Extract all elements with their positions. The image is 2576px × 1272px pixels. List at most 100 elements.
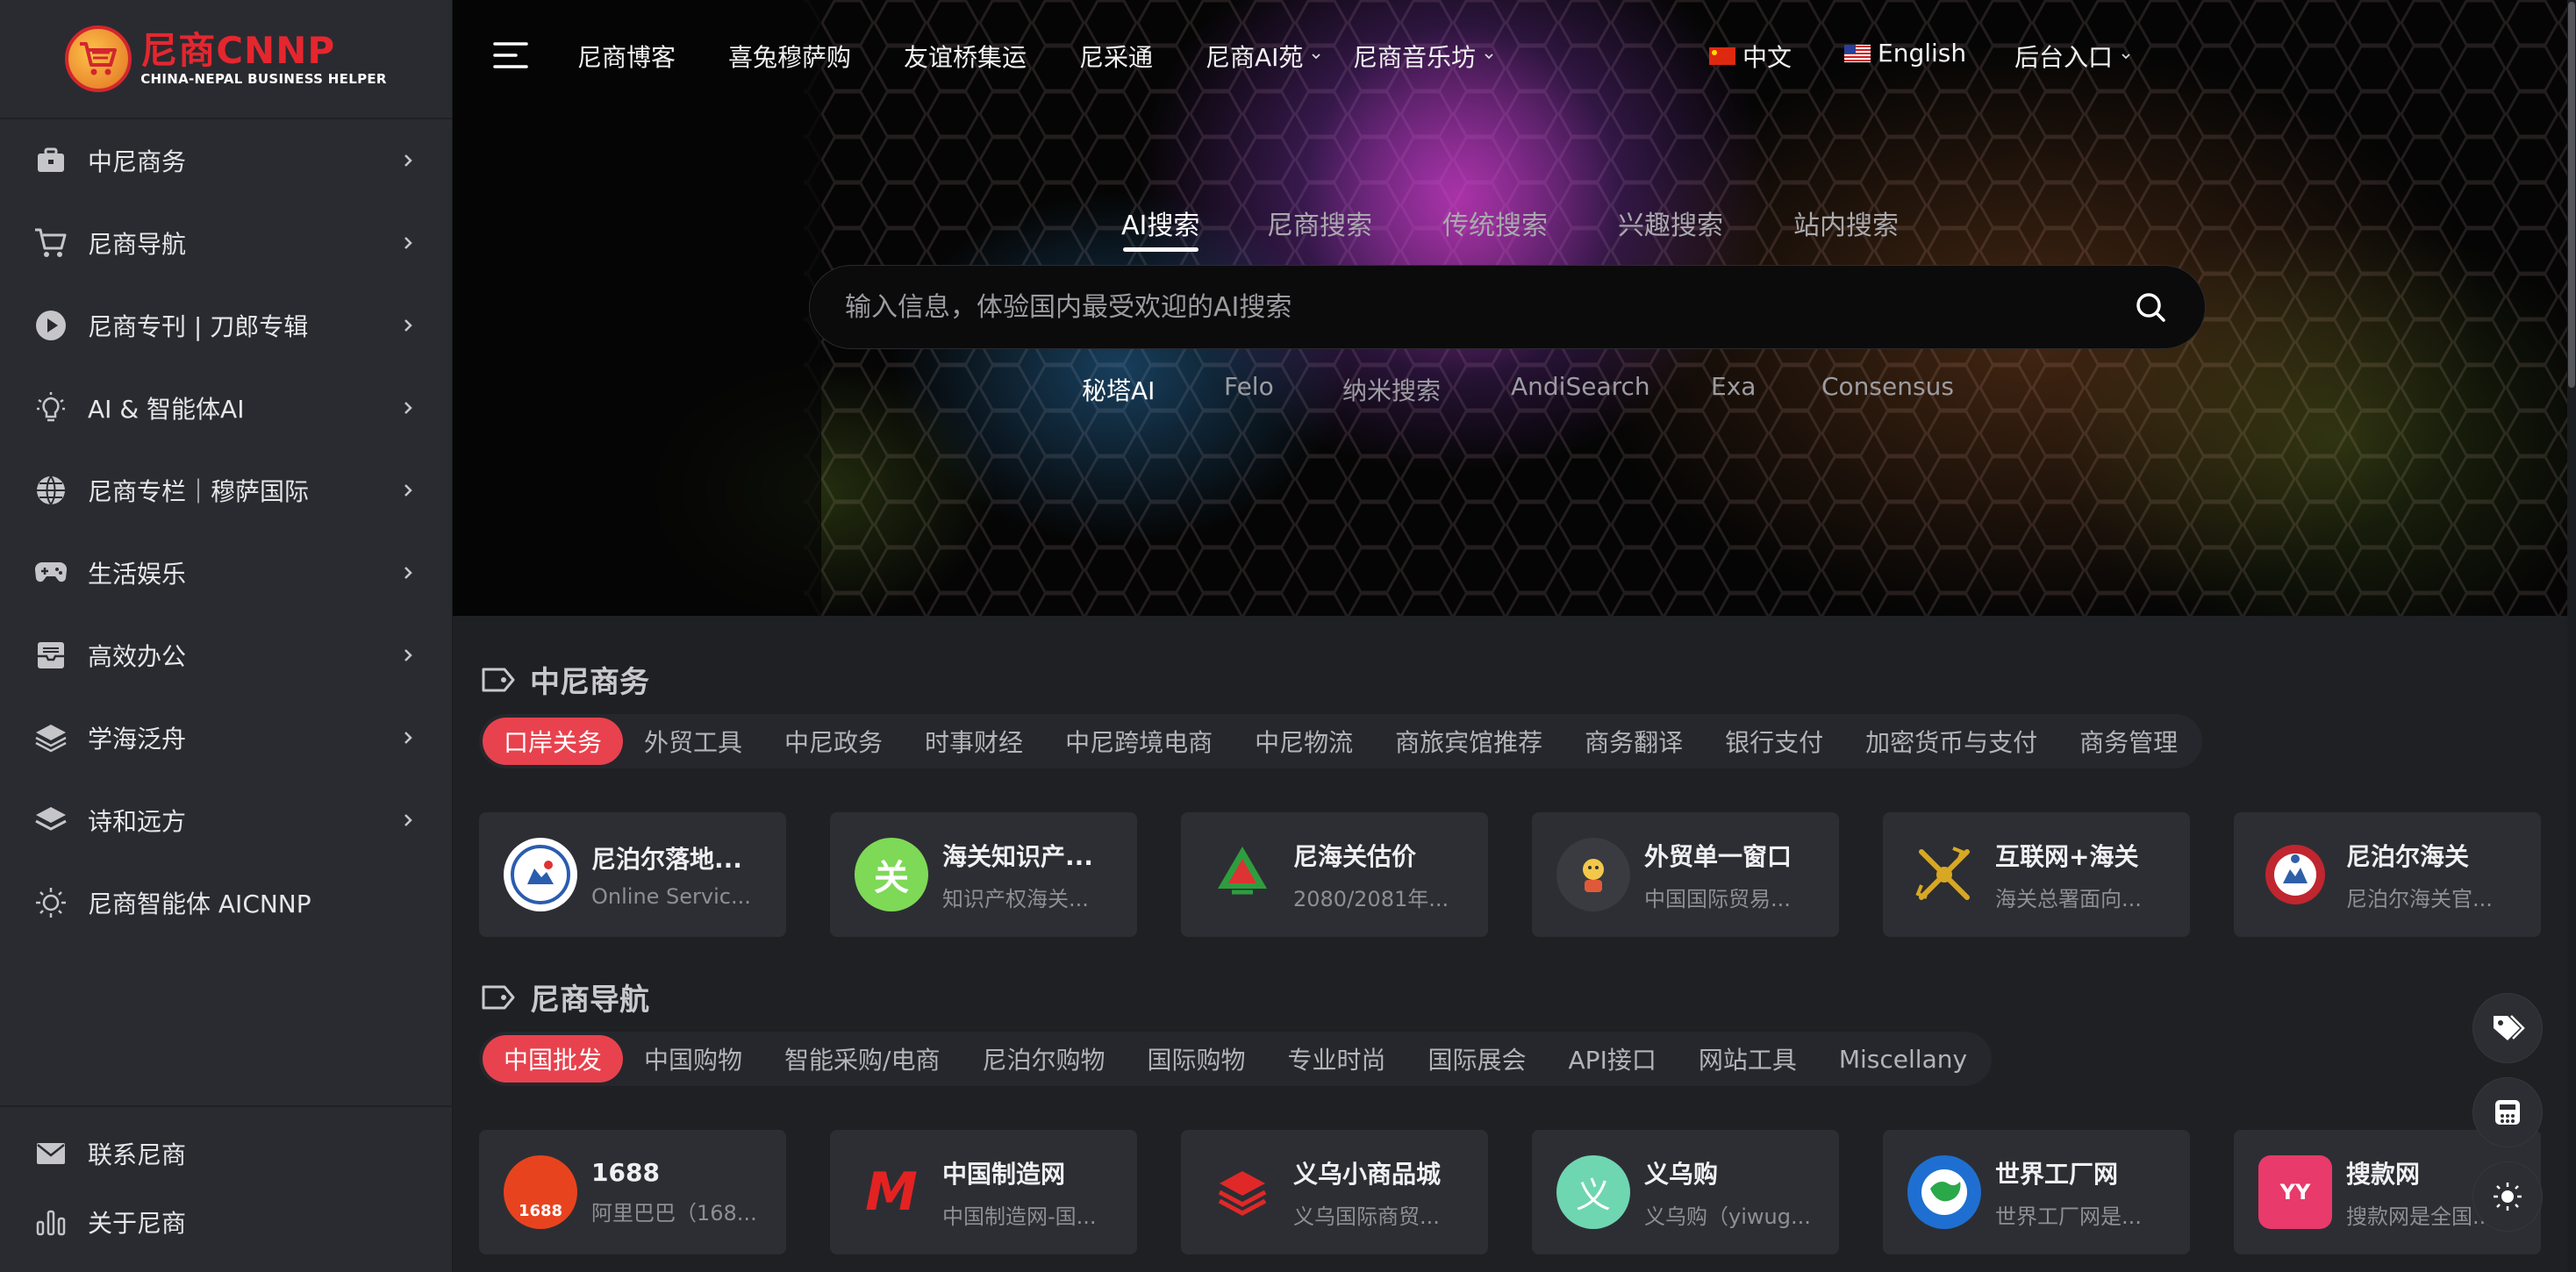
tab-china-shopping[interactable]: 中国购物 [623, 1035, 763, 1083]
sidebar-item-china-nepal-business[interactable]: 中尼商务 [0, 119, 452, 202]
tab-smart-sourcing[interactable]: 智能采购/电商 [763, 1035, 961, 1083]
made-in-china-icon: M [855, 1155, 928, 1229]
section-title-text: 尼商导航 [530, 983, 649, 1018]
theme-toggle-button[interactable] [2472, 1161, 2543, 1232]
engine-andisearch[interactable]: AndiSearch [1511, 372, 1650, 401]
card-description: 中国制造网-国... [942, 1204, 1097, 1229]
calculator-button[interactable] [2472, 1077, 2543, 1147]
sidebar-item-special-issue[interactable]: 尼商专刊 | 刀郎专辑 [0, 284, 452, 367]
admin-entrance[interactable]: 后台入口 [2014, 39, 2132, 74]
search-tab-interest[interactable]: 兴趣搜索 [1618, 204, 1723, 242]
tab-hotels[interactable]: 商旅宾馆推荐 [1374, 718, 1563, 765]
search-tab-site[interactable]: 站内搜索 [1793, 204, 1899, 242]
search-tab-nishang[interactable]: 尼商搜索 [1267, 204, 1372, 242]
tab-business-management[interactable]: 商务管理 [2058, 718, 2199, 765]
logo[interactable]: 尼商CNNP CHINA-NEPAL BUSINESS HELPER [0, 0, 452, 119]
site-card[interactable]: 互联网+海关 海关总署面向... [1883, 812, 2190, 937]
tab-port-customs[interactable]: 口岸关务 [483, 718, 624, 765]
tab-trade-tools[interactable]: 外贸工具 [623, 718, 763, 765]
card-title: 外贸单一窗口 [1644, 841, 1792, 871]
sidebar-item-entertainment[interactable]: 生活娱乐 [0, 532, 452, 614]
nav-link-blog[interactable]: 尼商博客 [577, 39, 676, 74]
tab-nepal-shopping[interactable]: 尼泊尔购物 [961, 1035, 1126, 1083]
tags-button[interactable] [2472, 993, 2543, 1063]
tab-miscellany[interactable]: Miscellany [1818, 1035, 1988, 1083]
tab-expos[interactable]: 国际展会 [1407, 1035, 1548, 1083]
site-card[interactable]: 义 义乌购 义乌购（yiwug... [1532, 1130, 1839, 1254]
search-icon[interactable] [2131, 288, 2170, 326]
tab-web-tools[interactable]: 网站工具 [1678, 1035, 1818, 1083]
site-card[interactable]: 外贸单一窗口 中国国际贸易... [1532, 812, 1839, 937]
sidebar-item-aicnnp[interactable]: 尼商智能体 AICNNP [0, 861, 452, 944]
card-description: 义乌购（yiwug... [1644, 1204, 1811, 1229]
nav-link-nicaitong[interactable]: 尼采通 [1079, 39, 1153, 74]
site-card[interactable]: 世界工厂网 世界工厂网是... [1883, 1130, 2190, 1254]
tab-fashion[interactable]: 专业时尚 [1267, 1035, 1407, 1083]
sidebar-item-label: 尼商智能体 AICNNP [88, 890, 311, 918]
tab-crypto[interactable]: 加密货币与支付 [1844, 718, 2058, 765]
nav-link-xitu-musa[interactable]: 喜兔穆萨购 [728, 39, 851, 74]
page-scrollbar[interactable] [2567, 0, 2576, 1272]
card-description: 2080/2081年... [1293, 886, 1449, 911]
card-title: 义乌小商品城 [1293, 1159, 1442, 1189]
chevron-right-icon [404, 319, 412, 332]
site-card[interactable]: 1688 1688 阿里巴巴（168... [479, 1130, 786, 1254]
card-description: Online Servic... [591, 884, 751, 909]
language-english[interactable]: English [1844, 39, 1966, 68]
sidebar-item-office[interactable]: 高效办公 [0, 614, 452, 697]
search-input[interactable] [845, 291, 2131, 323]
tab-bank-payment[interactable]: 银行支付 [1704, 718, 1844, 765]
active-tab-indicator [1123, 247, 1199, 252]
nav-link-friendship-bridge[interactable]: 友谊桥集运 [904, 39, 1027, 74]
logo-title: 尼商CNNP [140, 29, 336, 72]
tab-cross-border-ecommerce[interactable]: 中尼跨境电商 [1044, 718, 1234, 765]
site-card[interactable]: M 中国制造网 中国制造网-国... [830, 1130, 1137, 1254]
sidebar-item-label: 中尼商务 [88, 147, 187, 176]
globe-icon [33, 473, 68, 508]
sidebar-item-about[interactable]: 关于尼商 [0, 1188, 453, 1256]
engine-nami[interactable]: 纳米搜索 [1342, 372, 1441, 407]
engine-felo[interactable]: Felo [1224, 372, 1274, 401]
sidebar-item-learning[interactable]: 学海泛舟 [0, 697, 452, 779]
tag-icon [482, 985, 515, 1009]
tab-translation[interactable]: 商务翻译 [1563, 718, 1704, 765]
language-chinese[interactable]: 中文 [1709, 39, 1792, 74]
sidebar-item-contact[interactable]: 联系尼商 [0, 1119, 453, 1188]
tab-china-wholesale[interactable]: 中国批发 [483, 1035, 624, 1083]
tab-international-shopping[interactable]: 国际购物 [1126, 1035, 1266, 1083]
search-tab-traditional[interactable]: 传统搜索 [1442, 204, 1548, 242]
sidebar-item-poetry[interactable]: 诗和远方 [0, 779, 452, 861]
nav-link-label: 尼商AI苑 [1206, 43, 1304, 72]
sidebar-item-navigation[interactable]: 尼商导航 [0, 202, 452, 284]
site-card[interactable]: 尼泊尔海关 尼泊尔海关官... [2234, 812, 2541, 937]
site-card[interactable]: 尼海关估价 2080/2081年... [1181, 812, 1488, 937]
tab-api[interactable]: API接口 [1548, 1035, 1678, 1083]
engine-consensus[interactable]: Consensus [1821, 372, 1954, 401]
nav-link-ai-garden[interactable]: 尼商AI苑 [1206, 39, 1322, 74]
sidebar: 尼商CNNP CHINA-NEPAL BUSINESS HELPER 中尼商务 … [0, 0, 453, 1272]
tab-finance-news[interactable]: 时事财经 [904, 718, 1044, 765]
yiwu-market-icon [1206, 1155, 1279, 1229]
site-card[interactable]: 尼泊尔落地... Online Servic... [479, 812, 786, 937]
briefcase-icon [33, 143, 68, 178]
tab-government[interactable]: 中尼政务 [763, 718, 904, 765]
inbox-icon [33, 638, 68, 673]
language-label: English [1878, 39, 1967, 68]
hamburger-menu-icon[interactable] [493, 40, 528, 70]
chevron-down-icon [1485, 54, 1493, 60]
nav-link-music[interactable]: 尼商音乐坊 [1353, 39, 1495, 74]
sidebar-item-ai[interactable]: AI & 智能体AI [0, 367, 452, 449]
site-card[interactable]: 义乌小商品城 义乌国际商贸... [1181, 1130, 1488, 1254]
site-card[interactable]: 关 海关知识产... 知识产权海关... [830, 812, 1137, 937]
calculator-icon [2495, 1100, 2520, 1125]
chevron-right-icon [404, 567, 412, 579]
card-title: 1688 [591, 1158, 660, 1187]
search-tab-ai[interactable]: AI搜索 [1121, 204, 1199, 242]
sidebar-item-column[interactable]: 尼商专栏｜穆萨国际 [0, 449, 452, 532]
tab-logistics[interactable]: 中尼物流 [1234, 718, 1374, 765]
scrollbar-thumb[interactable] [2568, 2, 2575, 388]
card-title: 义乌购 [1644, 1159, 1719, 1189]
engine-exa[interactable]: Exa [1711, 372, 1756, 401]
engine-metaso[interactable]: 秘塔AI [1082, 372, 1155, 407]
world-factory-icon [1907, 1155, 1981, 1229]
